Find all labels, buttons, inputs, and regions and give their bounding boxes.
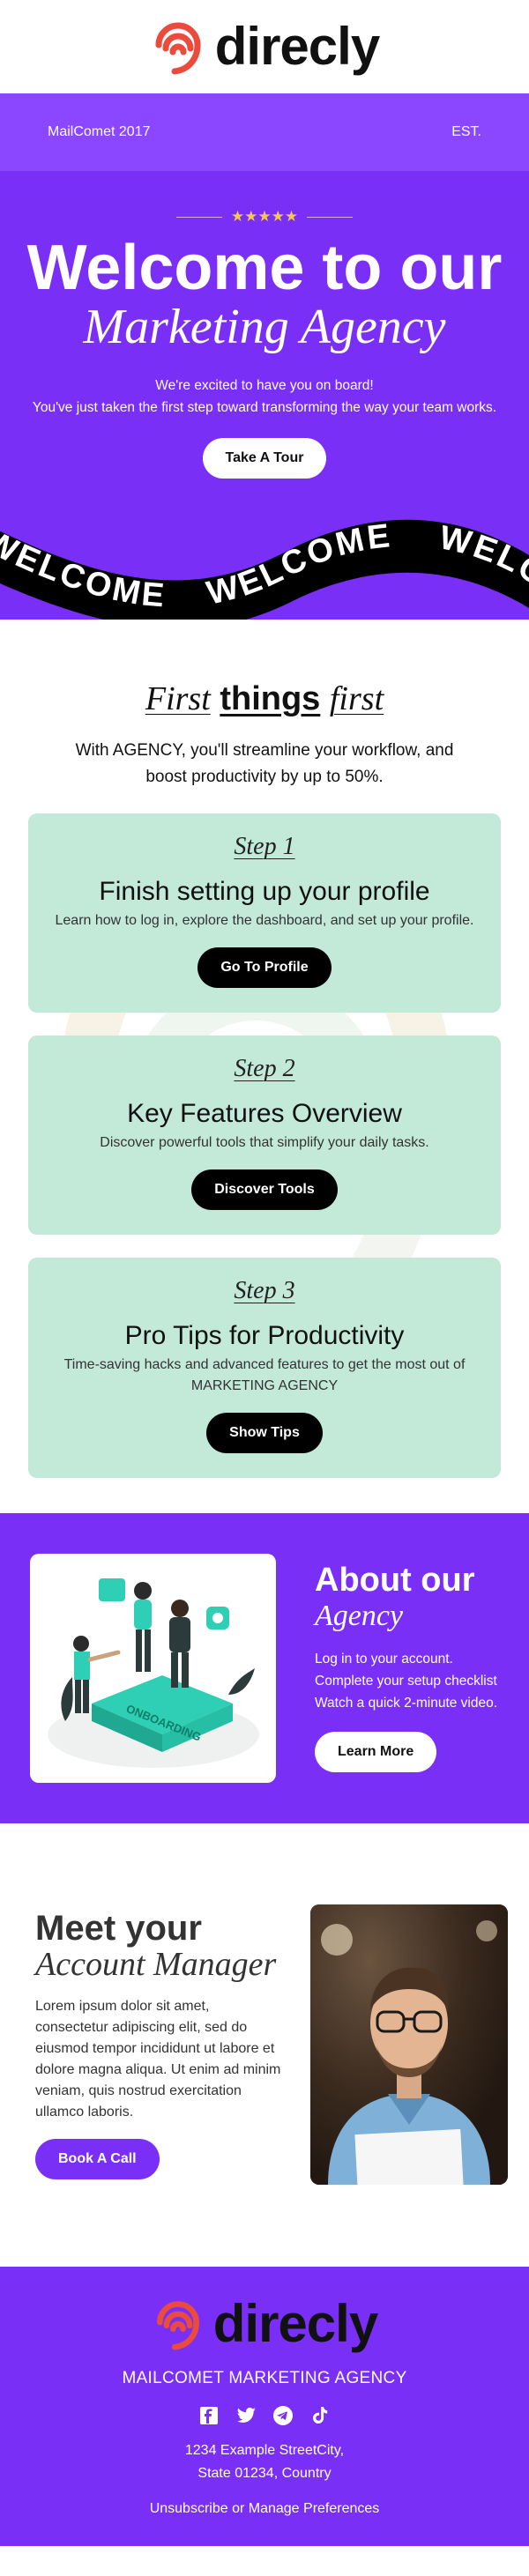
hero-top-bar: MailComet 2017 EST. <box>0 93 529 171</box>
welcome-ribbon: WELCOME WELCOME WELCOME <box>0 487 529 620</box>
footer-agency-name: MAILCOMET MARKETING AGENCY <box>122 2368 407 2387</box>
about-subtitle: Agency <box>315 1600 404 1633</box>
onboarding-illustration: ONBOARDING <box>30 1553 276 1783</box>
footer-logo: direcly <box>0 2284 529 2364</box>
hero-section: MailComet 2017 EST. ★★★★★ Welcome to our… <box>0 93 529 620</box>
step-card-1: Step 1 Finish setting up your profile Le… <box>28 813 501 1013</box>
footer-logo-icon <box>156 2300 199 2350</box>
divider <box>175 216 222 218</box>
go-to-profile-button[interactable]: Go To Profile <box>197 947 332 988</box>
meet-description: Lorem ipsum dolor sit amet, consectetur … <box>35 1998 281 2119</box>
book-call-button[interactable]: Book A Call <box>35 2138 160 2179</box>
step-title: Key Features Overview <box>127 1098 402 1128</box>
first-word-3: first <box>329 679 384 717</box>
meet-section: Meet your Account Manager Lorem ipsum do… <box>0 1823 529 2267</box>
meet-subtitle: Account Manager <box>35 1946 277 1984</box>
address-line: 1234 Example StreetCity, <box>184 2442 345 2458</box>
facebook-icon[interactable] <box>197 2404 220 2427</box>
step-label: Step 1 <box>234 832 295 860</box>
about-title: About our <box>315 1562 475 1600</box>
hero-desc-line1: We're excited to have you on board! <box>155 377 374 393</box>
hero-right-tag: EST. <box>451 124 481 139</box>
learn-more-button[interactable]: Learn More <box>315 1731 437 1772</box>
footer-wordmark: direcly <box>212 2293 378 2353</box>
logo-header: direcly <box>0 0 529 93</box>
step-title: Finish setting up your profile <box>99 876 430 906</box>
discover-tools-button[interactable]: Discover Tools <box>191 1169 338 1210</box>
first-things-description: With AGENCY, you'll streamline your work… <box>75 740 454 786</box>
divider <box>307 216 354 218</box>
meet-title: Meet your <box>35 1909 202 1949</box>
about-content: About our Agency Log in to your account.… <box>315 1563 499 1772</box>
social-links <box>0 2404 529 2427</box>
logo-wordmark: direcly <box>214 17 380 76</box>
take-tour-button[interactable]: Take A Tour <box>202 437 327 479</box>
about-list-item: Complete your setup checklist <box>315 1673 497 1689</box>
hero-title: Welcome to our <box>26 233 503 303</box>
about-list-item: Log in to your account. <box>315 1651 453 1667</box>
hero-left-tag: MailComet 2017 <box>48 124 151 139</box>
account-manager-photo <box>310 1904 508 2186</box>
tiktok-icon[interactable] <box>309 2404 332 2427</box>
step-description: Time-saving hacks and advanced features … <box>63 1356 466 1393</box>
telegram-icon[interactable] <box>272 2404 294 2427</box>
first-word-2: things <box>220 679 321 717</box>
first-word-1: First <box>145 679 211 717</box>
step-label: Step 2 <box>234 1054 295 1082</box>
step-card-2: Step 2 Key Features Overview Discover po… <box>28 1035 501 1235</box>
meet-content: Meet your Account Manager Lorem ipsum do… <box>35 1910 293 2179</box>
step-card-3: Step 3 Pro Tips for Productivity Time-sa… <box>28 1257 501 1478</box>
show-tips-button[interactable]: Show Tips <box>206 1412 323 1453</box>
hero-description: We're excited to have you on board! You'… <box>0 375 529 419</box>
hero-desc-line2: You've just taken the first step toward … <box>32 399 497 415</box>
stars-rating: ★★★★★ <box>0 208 529 226</box>
step-description: Learn how to log in, explore the dashboa… <box>55 912 474 928</box>
hero-body: ★★★★★ Welcome to our Marketing Agency We… <box>0 171 529 620</box>
first-things-section: First things first With AGENCY, you'll s… <box>0 619 529 1513</box>
step-description: Discover powerful tools that simplify yo… <box>100 1134 429 1150</box>
footer: direcly MAILCOMET MARKETING AGENCY 1234 … <box>0 2266 529 2546</box>
unsubscribe-link[interactable]: Unsubscribe or Manage Preferences <box>0 2501 529 2517</box>
about-section: ONBOARDING About our Agency Log in to yo… <box>0 1512 529 1823</box>
email-page: direcly MailComet 2017 EST. ★★★★★ Welcom… <box>0 0 529 2546</box>
logo-icon <box>155 22 201 75</box>
twitter-icon[interactable] <box>235 2404 257 2427</box>
step-label: Step 3 <box>234 1276 295 1304</box>
star-icons: ★★★★★ <box>230 208 299 225</box>
footer-address: 1234 Example StreetCity, State 01234, Co… <box>0 2439 529 2485</box>
about-list-item: Watch a quick 2-minute video. <box>315 1695 498 1711</box>
about-list: Log in to your account. Complete your se… <box>315 1648 499 1714</box>
step-title: Pro Tips for Productivity <box>124 1320 405 1350</box>
address-line: State 01234, Country <box>197 2465 332 2481</box>
first-things-title: First things first <box>28 679 501 718</box>
hero-subtitle: Marketing Agency <box>83 300 446 354</box>
